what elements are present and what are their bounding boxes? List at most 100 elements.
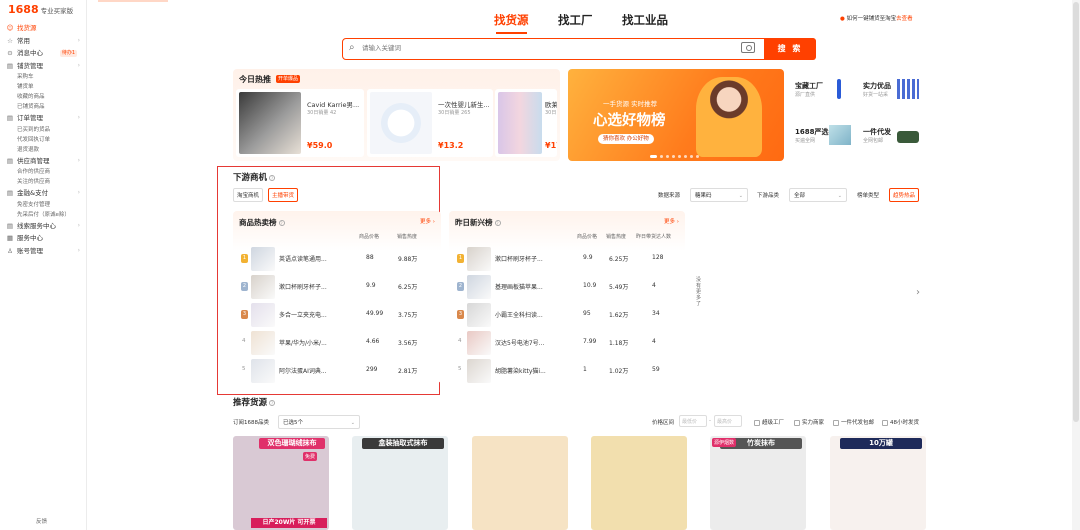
min-price-input[interactable]: 最低价 xyxy=(679,415,707,427)
rank-product-name: 胡脂薯染kitty猫i... xyxy=(495,368,546,375)
rank-row[interactable]: 5 胡脂薯染kitty猫i... 1 1.02万 59 xyxy=(449,357,660,385)
rank-product-name: 多合一立夹充电... xyxy=(279,312,327,319)
rank-row[interactable]: 1 英语点读笔通用... 88 9.88万 xyxy=(233,245,441,273)
product-card[interactable]: 10万罐 xyxy=(830,436,926,530)
chevron-right-icon[interactable]: › xyxy=(916,287,920,298)
check-48h-shipping[interactable]: 48小时发货 xyxy=(882,418,919,426)
sidebar-item-label: 铺货管理 xyxy=(17,61,43,70)
tab-find-factory[interactable]: 找工厂 xyxy=(558,12,593,28)
sidebar-item[interactable]: ▤ 供应商管理 › xyxy=(0,155,86,168)
sidebar-sub-item[interactable]: 免密支付管理 xyxy=(0,200,86,210)
sidebar-sub-item[interactable]: 铺货单 xyxy=(0,82,86,92)
check-super-factory[interactable]: 超级工厂 xyxy=(754,418,784,426)
no-more-note: 没有更多了 xyxy=(696,277,702,307)
hot-today-panel: 今日热推 开单爆品 Cavid Karrie男... 30日销量 42 ¥59.… xyxy=(233,69,560,161)
rank-row[interactable]: 1 漱口杯刷牙杯子... 9.9 6.25万 128 xyxy=(449,245,663,273)
feedback-link[interactable]: 反馈 xyxy=(36,517,47,525)
new-rank-title-text: 昨日新兴榜 xyxy=(455,218,493,227)
quick-entry-factory[interactable]: 宝藏工厂 源厂直供 xyxy=(789,69,857,115)
rank-number: 4 xyxy=(242,338,246,344)
max-price-input[interactable]: 最高价 xyxy=(714,415,742,427)
sidebar-sub-item[interactable]: 已铺货商品 xyxy=(0,102,86,112)
rank-row[interactable]: 3 小霸王全科扫读... 95 1.62万 34 xyxy=(449,301,660,329)
hot-card[interactable]: 一次性婴儿新生... 30日销量 265 ¥13.2 xyxy=(367,89,493,157)
camera-icon[interactable] xyxy=(741,42,755,53)
sidebar-item[interactable]: ⊙ 消息中心 待办1 xyxy=(0,47,86,60)
page-scrollbar[interactable] xyxy=(1072,0,1080,530)
new-rank-more-link[interactable]: 更多 › xyxy=(664,217,679,225)
product-thumbnail xyxy=(251,331,275,355)
rank-row[interactable]: 4 汉达5号电池7号... 7.99 1.18万 4 xyxy=(449,329,657,357)
rank-medal-icon: 1 xyxy=(241,254,248,263)
rank-price: 9.9 xyxy=(583,254,593,261)
rank-row[interactable]: 5 阿尔法蛋AI词典... 299 2.81万 xyxy=(233,357,441,385)
sidebar-sub-item[interactable]: 已买到的货品 xyxy=(0,125,86,135)
hot-rank-more-link[interactable]: 更多 › xyxy=(420,217,435,225)
hot-card[interactable]: 欧莱 30日 ¥17 xyxy=(495,89,557,157)
rank-kol: 128 xyxy=(652,254,664,261)
check-strong-merchant[interactable]: 实力商家 xyxy=(794,418,824,426)
recommend-title-text: 推荐货源 xyxy=(233,398,268,408)
guide-go-link[interactable]: 去查看 xyxy=(896,16,913,22)
info-icon[interactable]: ? xyxy=(278,220,285,226)
category-label: 下游品类 xyxy=(757,193,780,199)
sidebar-sub-item[interactable]: 代发回执订单 xyxy=(0,135,86,145)
product-card[interactable]: 盒装抽取式抹布 xyxy=(352,436,448,530)
chip-taobao[interactable]: 淘宝商机 xyxy=(233,188,264,202)
quick-entry-title: 1688严选 xyxy=(795,128,829,136)
info-icon[interactable]: ? xyxy=(269,174,276,181)
quick-entry-grid: 宝藏工厂 源厂直供 实力优品 好货一站采 1688严选 买遍全网 一件代发 全网… xyxy=(789,69,925,161)
hot-rank-header-heat: 销售热度 xyxy=(397,234,418,240)
product-card[interactable]: 竹炭抹布 源伊烟数 xyxy=(710,436,806,530)
product-thumbnail xyxy=(467,331,491,355)
guide-link[interactable]: ● 如何一键铺货至淘宝去查看 xyxy=(840,14,913,22)
rank-number: 5 xyxy=(458,366,462,372)
sidebar-sub-item[interactable]: 退货退款 xyxy=(0,145,86,155)
sidebar-item[interactable]: ▤ 订单管理 › xyxy=(0,112,86,125)
sidebar-sub-item[interactable]: 采购车 xyxy=(0,72,86,82)
sidebar-item[interactable]: ☆ 常用 › xyxy=(0,35,86,48)
tab-find-source[interactable]: 找货源 xyxy=(494,12,529,34)
category-select[interactable]: 全部 ⌄ xyxy=(789,188,847,202)
quick-entry-quality[interactable]: 实力优品 好货一站采 xyxy=(857,69,925,115)
sidebar-item[interactable]: ▤ 金融&支付 › xyxy=(0,187,86,200)
product-thumbnail xyxy=(467,275,491,299)
search-input[interactable] xyxy=(362,42,742,55)
sidebar-item[interactable]: ♙ 账号管理 › xyxy=(0,245,86,258)
banner-pagination[interactable] xyxy=(650,152,702,160)
hot-card-sold: 30日销量 265 xyxy=(438,110,471,116)
hot-card[interactable]: Cavid Karrie男... 30日销量 42 ¥59.0 xyxy=(236,89,364,157)
sidebar-item[interactable]: ▤ 线索服务中心 › xyxy=(0,220,86,233)
subscribe-select[interactable]: 已选5个 ⌄ xyxy=(278,415,360,429)
rank-row[interactable]: 4 苹果/华为/小米/... 4.66 3.56万 xyxy=(233,329,441,357)
source-select[interactable]: 糖果码 ⌄ xyxy=(690,188,748,202)
info-icon[interactable]: ? xyxy=(269,399,276,406)
sidebar-sub-item[interactable]: 收藏的商品 xyxy=(0,92,86,102)
search-button[interactable]: 搜 索 xyxy=(764,37,816,60)
scrollbar-thumb[interactable] xyxy=(1073,2,1079,422)
sidebar-sub-item[interactable]: 先采后付（原诚e赊） xyxy=(0,210,86,220)
rank-row[interactable]: 3 多合一立夹充电... 49.99 3.75万 xyxy=(233,301,441,329)
top-strip-bar xyxy=(98,0,168,2)
quick-entry-dropship[interactable]: 一件代发 全网包邮 xyxy=(857,115,925,161)
sidebar-item[interactable]: ▦ 服务中心 xyxy=(0,232,86,245)
product-card[interactable] xyxy=(472,436,568,530)
rank-type-button[interactable]: 趋势热品 xyxy=(889,188,920,202)
info-icon[interactable]: ? xyxy=(494,220,501,226)
promo-banner[interactable]: 一手货源 实时推荐 心选好物榜 猜你喜欢 办公好物 xyxy=(568,69,784,161)
rank-kol: 4 xyxy=(652,282,656,289)
sidebar-sub-item[interactable]: 关注的供应商 xyxy=(0,177,86,187)
chip-streamer[interactable]: 主播带货 xyxy=(268,188,299,202)
product-card[interactable] xyxy=(591,436,687,530)
rank-price: 299 xyxy=(366,366,378,373)
chevron-right-icon: › xyxy=(77,36,80,44)
rank-row[interactable]: 2 基理画板猫苹果... 10.9 5.49万 4 xyxy=(449,273,657,301)
quick-entry-strict[interactable]: 1688严选 买遍全网 xyxy=(789,115,857,161)
rank-row[interactable]: 2 漱口杯刷牙杯子... 9.9 6.25万 xyxy=(233,273,441,301)
tab-find-industrial[interactable]: 找工业品 xyxy=(622,12,668,28)
sidebar-sub-item[interactable]: 合作的供应商 xyxy=(0,167,86,177)
check-dropship[interactable]: 一件代发包邮 xyxy=(833,418,874,426)
sidebar-item[interactable]: ▤ 铺货管理 › xyxy=(0,60,86,73)
product-card[interactable]: 双色珊瑚绒抹布 免费 日产20W片 可开票 xyxy=(233,436,329,530)
banner-pill-button[interactable]: 猜你喜欢 办公好物 xyxy=(598,134,654,144)
